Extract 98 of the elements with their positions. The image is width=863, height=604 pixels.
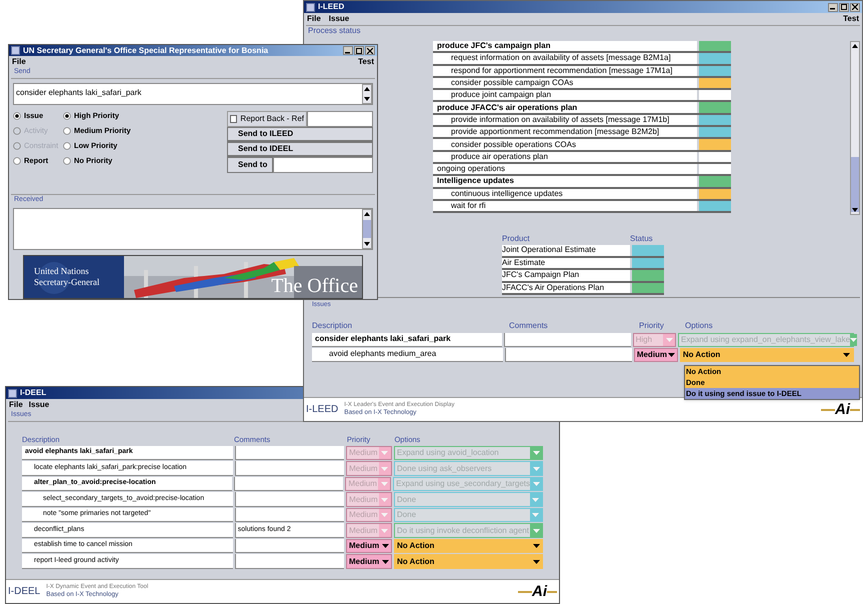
close-icon (367, 48, 373, 54)
window-title: I-LEED (318, 3, 344, 11)
process-step[interactable]: produce joint campaign plan (433, 90, 697, 100)
process-step[interactable]: provide information on availability of assets [message 17M1b] (433, 114, 697, 126)
dropdown-arrow-icon (381, 513, 388, 517)
options-dropdown[interactable]: No Action (680, 348, 854, 362)
dropdown-arrow-icon (381, 498, 388, 502)
menu-item[interactable]: Test (843, 13, 859, 25)
close-button[interactable] (850, 2, 860, 12)
dropdown-arrow-icon (381, 466, 388, 470)
process-step[interactable]: produce air operations plan (433, 152, 697, 162)
dropdown-arrow-icon (532, 482, 540, 486)
scroll-down-icon[interactable] (851, 206, 859, 214)
priority-dropdown[interactable]: Medium (634, 348, 678, 362)
group-label: Process status (307, 26, 362, 35)
close-button[interactable] (365, 46, 375, 55)
recipient-field[interactable] (273, 156, 373, 173)
menu-item[interactable]: Test (358, 56, 374, 68)
scroll-thumb[interactable] (851, 157, 859, 212)
menu-item[interactable]: File (307, 13, 321, 25)
dropdown-arrow-icon (381, 451, 388, 455)
options-dropdown[interactable]: No Action (394, 538, 543, 554)
description-cell: avoid elephants medium_area (312, 348, 504, 362)
column-header: Comments (509, 320, 549, 332)
banner-title: United Nations (34, 266, 90, 278)
priority-dropdown[interactable]: Medium (346, 538, 392, 554)
process-step[interactable]: Intelligence updates (433, 176, 697, 187)
menu-item[interactable]: Issue (328, 13, 350, 25)
process-step[interactable]: provide apportionment recommendation [message B2M2b] (433, 127, 697, 138)
process-step[interactable]: respond for apportionment recommendation [message 17M1a] (433, 66, 697, 76)
send-button[interactable]: Send to IDEEL (227, 142, 373, 157)
app-icon (8, 388, 17, 398)
process-step[interactable]: consider possible campaign COAs (433, 78, 697, 88)
banner-subtitle: Secretary-General (34, 277, 100, 288)
options-dropdown[interactable]: No Action (394, 554, 543, 569)
app-name: I-DEEL (8, 585, 40, 599)
dropdown-arrow-icon (382, 544, 389, 548)
process-step[interactable]: consider possible operations COAs (433, 139, 697, 150)
process-step[interactable]: continuous intelligence updates (433, 188, 697, 199)
maximize-icon (356, 48, 362, 54)
process-step[interactable]: produce JFC's campaign plan (433, 41, 697, 52)
product-cell: Air Estimate (502, 258, 630, 268)
process-step[interactable]: wait for rfi (433, 200, 697, 212)
ai-logo: Ai (821, 402, 860, 417)
description-cell: consider elephants laki_safari_park (312, 332, 502, 347)
dropdown-arrow-icon (532, 560, 540, 564)
dropdown-arrow-icon (380, 482, 388, 486)
column-header: Priority (639, 320, 665, 332)
minimize-button[interactable] (343, 46, 353, 55)
dropdown-arrow-icon (532, 544, 540, 548)
send-to-button[interactable]: Send to (227, 156, 273, 173)
menu-item[interactable]: Issue (28, 398, 50, 410)
column-header: Description (312, 320, 354, 332)
dropdown-arrow-icon (666, 338, 672, 342)
window-title: I-DEEL (20, 389, 46, 397)
ai-logo: Ai (518, 584, 557, 599)
checkbox[interactable] (230, 114, 238, 123)
scrollbar[interactable] (850, 41, 860, 215)
priority-dropdown[interactable]: Medium (346, 554, 392, 569)
app-icon (306, 2, 315, 12)
product-cell: Joint Operational Estimate (502, 245, 630, 256)
dropdown-arrow-icon (532, 451, 540, 455)
app-icon (11, 46, 20, 55)
process-step[interactable]: ongoing operations (433, 164, 697, 174)
send-button[interactable]: Send to ILEED (227, 126, 373, 142)
maximize-icon (841, 4, 847, 10)
dropdown-arrow-icon (532, 466, 540, 470)
column-header: Status (630, 233, 653, 245)
banner-caption: The Office (271, 276, 358, 296)
dropdown-arrow-icon (382, 560, 389, 564)
close-icon (852, 4, 858, 10)
radio-button-icon[interactable] (63, 142, 71, 150)
process-step[interactable]: produce JFACC's air operations plan (433, 102, 697, 113)
radio-button-icon[interactable] (13, 156, 21, 165)
maximize-button[interactable] (839, 2, 849, 12)
dropdown-arrow-icon (381, 528, 388, 532)
scroll-up-icon[interactable] (851, 42, 859, 50)
minimize-button[interactable] (828, 2, 838, 12)
menu-item[interactable]: File (12, 56, 26, 68)
radio-button-icon[interactable] (63, 156, 71, 165)
dropdown-arrow-icon (532, 528, 540, 532)
radio-button-icon[interactable] (63, 126, 71, 135)
ref-field[interactable] (307, 110, 373, 127)
dropdown-arrow-icon (843, 352, 850, 357)
radio-button-icon[interactable] (63, 112, 71, 120)
dropdown-arrow-icon (532, 513, 540, 517)
product-cell: JFC's Campaign Plan (502, 270, 630, 280)
dropdown-arrow-icon (532, 498, 540, 502)
column-header: Options (685, 320, 714, 332)
column-header: Product (502, 233, 531, 245)
process-step[interactable]: request information on availability of assets [message B2M1a] (433, 53, 697, 64)
maximize-button[interactable] (354, 46, 364, 55)
menu-item[interactable]: File (9, 398, 23, 410)
dropdown-arrow-icon (850, 338, 858, 342)
radio-button-icon[interactable] (13, 112, 21, 120)
window-title: UN Secretary General's Office Special Representative for Bosnia (23, 46, 268, 54)
dropdown-arrow-icon (668, 352, 676, 357)
product-cell: JFACC's Air Operations Plan (502, 282, 630, 293)
